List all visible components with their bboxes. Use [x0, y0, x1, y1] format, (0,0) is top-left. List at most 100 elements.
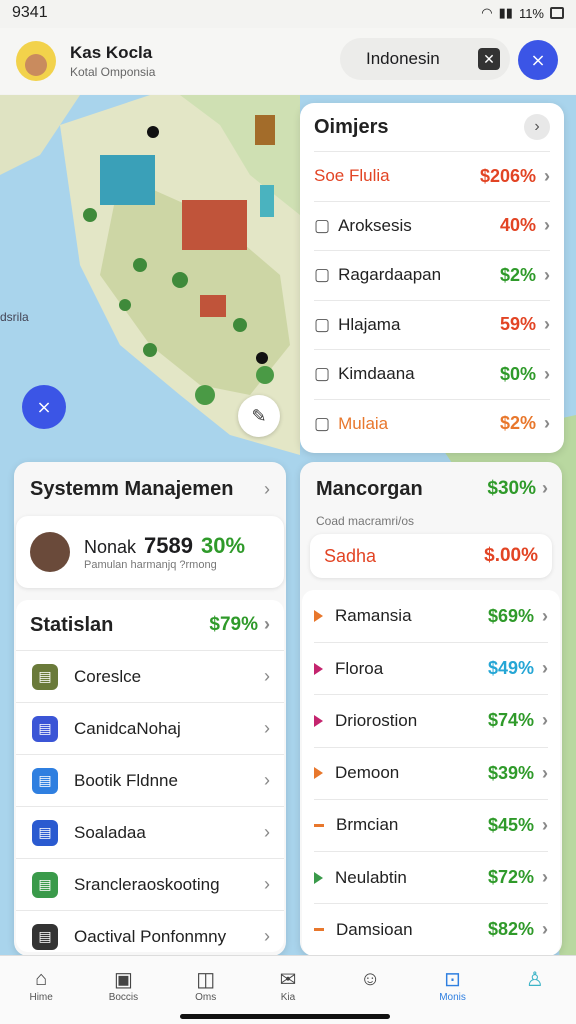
- order-value: $2%: [499, 413, 536, 434]
- map-region-label: dsrila: [0, 310, 29, 324]
- chevron-right-icon[interactable]: ›: [542, 478, 548, 500]
- manager-item[interactable]: Driorostion $74% ›: [314, 694, 548, 746]
- order-value: 59%: [499, 314, 536, 335]
- system-item[interactable]: ▤ CanidcaNohaj ›: [16, 702, 284, 754]
- status-battery: 11%: [518, 5, 544, 21]
- order-row[interactable]: ▢ Mulaia $2% ›: [314, 398, 550, 449]
- tab-label: Monis: [439, 992, 466, 1003]
- manager-item-value: $39%: [487, 762, 534, 783]
- chevron-right-icon: ›: [264, 770, 270, 790]
- home-icon: ⌂: [35, 967, 48, 990]
- manager-item[interactable]: Ramansia $69% ›: [314, 590, 548, 642]
- manager-item-label: Neulabtin: [335, 867, 407, 887]
- manager-item[interactable]: Brmcian $45% ›: [314, 798, 548, 851]
- clipboard-icon: ▤: [32, 923, 58, 950]
- chevron-right-icon[interactable]: ›: [524, 114, 550, 140]
- chevron-right-icon: ›: [542, 658, 548, 679]
- manager-item[interactable]: Damsioan $82% ›: [314, 903, 548, 955]
- location-search-value: Indonesin: [366, 49, 440, 68]
- pencil-icon: ▢: [314, 215, 331, 235]
- map-mode-button[interactable]: ⨯: [518, 40, 558, 80]
- checklist-icon: ▤: [32, 871, 58, 898]
- stats-value: $79%: [209, 614, 258, 635]
- profile-number: 7589: [144, 533, 193, 558]
- chevron-right-icon: ›: [544, 314, 550, 335]
- manager-item[interactable]: Neulabtin $72% ›: [314, 850, 548, 903]
- dash-icon: [314, 823, 324, 827]
- system-item-label: Coreslce: [74, 666, 142, 686]
- chevron-right-icon: ›: [264, 926, 270, 946]
- manager-subtitle: Coad macramri/os: [316, 514, 415, 528]
- user-subtitle: Kotal Omponsia: [70, 65, 156, 79]
- chevron-right-icon: ›: [544, 215, 550, 236]
- location-search-field[interactable]: Indonesin ✕: [340, 38, 510, 80]
- triangle-icon: [314, 610, 323, 623]
- tab-person[interactable]: ♙: [503, 966, 567, 1024]
- manager-item[interactable]: Floroa $49% ›: [314, 642, 548, 694]
- system-item[interactable]: ▤ Coreslce ›: [16, 650, 284, 702]
- signal-icon: ▮▮: [498, 5, 513, 20]
- tab-home[interactable]: ⌂ Hime: [9, 966, 73, 1024]
- order-label: Hlajama: [338, 314, 401, 334]
- route-button[interactable]: ✎: [238, 395, 280, 437]
- tab-label: Boccis: [108, 992, 139, 1003]
- user-name: Kas Kocla: [70, 43, 153, 62]
- stats-title: Statislan: [30, 613, 114, 636]
- order-row[interactable]: ▢ Ragardaapan $2% ›: [314, 250, 550, 300]
- manager-item-value: $74%: [487, 710, 534, 731]
- face-icon: ☺: [360, 967, 381, 990]
- calendar-icon: ▣: [113, 968, 133, 991]
- manager-item-value: $82%: [487, 919, 534, 940]
- bag-icon: ⊡: [444, 968, 461, 991]
- orders-title: Oimjers: [314, 115, 389, 138]
- wifi-icon: ◠: [481, 5, 493, 20]
- mail-icon: ✉: [279, 968, 297, 991]
- manager-value: $30%: [487, 478, 536, 499]
- highlight-value: $.00%: [484, 545, 538, 566]
- system-item[interactable]: ▤ Bootik Fldnne ›: [16, 754, 284, 806]
- chevron-right-icon: ›: [264, 822, 270, 842]
- profile-subtitle: Pamulan harmanjq ?rmong: [84, 559, 217, 571]
- chevron-right-icon: ›: [264, 874, 270, 894]
- tab-label: Kia: [280, 992, 296, 1003]
- triangle-icon: [314, 714, 323, 727]
- system-title: Systemm Manajemen: [30, 477, 234, 500]
- order-label: Ragardaapan: [338, 265, 442, 285]
- order-row[interactable]: ▢ Kimdaana $0% ›: [314, 349, 550, 399]
- order-row[interactable]: Soe Flulia $206% ›: [314, 151, 550, 201]
- tab-label: Hime: [29, 992, 53, 1003]
- avatar[interactable]: [16, 41, 56, 81]
- order-value: $0%: [499, 363, 536, 384]
- system-list: ▤ Coreslce › ▤ CanidcaNohaj › ▤ Bootik Fldnne › ▤…: [16, 650, 284, 962]
- order-value: $206%: [479, 165, 536, 186]
- highlight-label: Sadha: [324, 545, 377, 566]
- box-icon: ▢: [314, 314, 331, 334]
- chevron-right-icon: ›: [264, 666, 270, 686]
- tab-calendar[interactable]: ▣ Boccis: [91, 966, 155, 1024]
- chevron-right-icon: ›: [542, 814, 548, 835]
- manager-item-value: $69%: [487, 605, 534, 626]
- highlight-row[interactable]: Sadha $.00%: [310, 534, 552, 578]
- chevron-right-icon: ›: [542, 605, 548, 626]
- order-label: Aroksesis: [338, 215, 412, 235]
- manager-item[interactable]: Demoon $39% ›: [314, 746, 548, 799]
- system-item-label: Srancleraoskooting: [74, 874, 220, 894]
- manager-item-value: $49%: [487, 658, 534, 679]
- profile-summary[interactable]: Nonak 7589 30% Pamulan harmanjq ?rmong: [16, 516, 284, 588]
- order-row[interactable]: ▢ Aroksesis 40% ›: [314, 200, 550, 251]
- system-item[interactable]: ▤ Soaladaa ›: [16, 806, 284, 858]
- system-item[interactable]: ▤ Srancleraoskooting ›: [16, 858, 284, 910]
- close-icon[interactable]: ✕: [478, 48, 500, 70]
- tab-bag[interactable]: ⊡ Monis: [421, 966, 485, 1024]
- chevron-right-icon[interactable]: ›: [264, 614, 270, 636]
- order-label: Kimdaana: [338, 364, 415, 384]
- mountain-icon: ▢: [314, 265, 331, 285]
- order-value: $2%: [499, 264, 536, 285]
- profile-percent: 30%: [200, 533, 246, 558]
- chevron-right-icon[interactable]: ›: [264, 479, 270, 500]
- compass-button[interactable]: ⨯: [22, 385, 66, 429]
- table-icon: ▢: [314, 413, 331, 433]
- dash-icon: [314, 928, 324, 932]
- order-row[interactable]: ▢ Hlajama 59% ›: [314, 299, 550, 350]
- manager-item-label: Driorostion: [335, 710, 418, 730]
